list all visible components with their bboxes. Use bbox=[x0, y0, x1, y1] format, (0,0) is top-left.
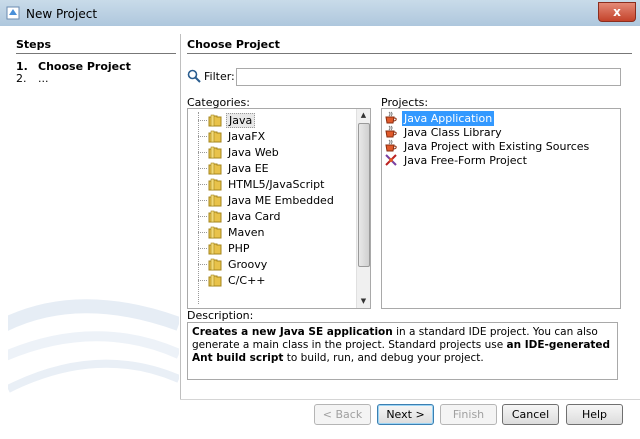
help-button[interactable]: Help bbox=[566, 404, 623, 425]
panel-separator bbox=[180, 34, 181, 399]
cancel-button[interactable]: Cancel bbox=[502, 404, 559, 425]
steps-divider bbox=[16, 53, 176, 54]
project-item[interactable]: Java Project with Existing Sources bbox=[384, 139, 614, 153]
category-label: JavaFX bbox=[228, 130, 266, 143]
category-item[interactable]: Groovy bbox=[198, 257, 348, 272]
title-bar[interactable]: New Project x bbox=[0, 0, 640, 26]
category-label: Groovy bbox=[228, 258, 268, 271]
page-title: Choose Project bbox=[187, 38, 280, 51]
category-label: Java Web bbox=[228, 146, 279, 159]
scrollbar-thumb[interactable] bbox=[358, 123, 370, 267]
project-label: Java Class Library bbox=[404, 126, 502, 139]
folder-icon bbox=[208, 226, 222, 239]
choose-project-panel: Choose Project Filter: Categories: Proje… bbox=[187, 34, 634, 394]
scroll-down-icon[interactable]: ▼ bbox=[357, 295, 370, 308]
next-button[interactable]: Next > bbox=[377, 404, 434, 425]
folder-icon bbox=[208, 114, 222, 127]
scroll-up-icon[interactable]: ▲ bbox=[357, 109, 370, 122]
steps-heading: Steps bbox=[16, 38, 52, 51]
steps-panel: Steps 1. Choose Project 2.... bbox=[8, 34, 179, 399]
folder-icon bbox=[208, 130, 222, 143]
decorative-swoosh-icon bbox=[8, 299, 179, 393]
category-label: Java Card bbox=[228, 210, 281, 223]
dialog-content: Steps 1. Choose Project 2.... Choose Proj… bbox=[0, 26, 640, 439]
project-label: Java Project with Existing Sources bbox=[404, 140, 590, 153]
category-label: Maven bbox=[228, 226, 265, 239]
category-item[interactable]: Java bbox=[198, 113, 348, 128]
category-label: PHP bbox=[228, 242, 250, 255]
step-next: 2.... bbox=[16, 72, 49, 85]
filter-label: Filter: bbox=[204, 70, 235, 83]
step-label: ... bbox=[38, 72, 49, 85]
java-coffee-cup-icon bbox=[385, 125, 397, 138]
category-label: C/C++ bbox=[228, 274, 266, 287]
folder-icon bbox=[208, 274, 222, 287]
projects-list[interactable]: Java Application Java Class Library Java… bbox=[381, 108, 621, 309]
category-item[interactable]: PHP bbox=[198, 241, 348, 256]
categories-tree-content: Java JavaFX Java Web Java EE HTML5/JavaS… bbox=[188, 109, 357, 308]
search-icon bbox=[187, 69, 201, 83]
description-label: Description: bbox=[187, 309, 254, 322]
close-icon: x bbox=[613, 5, 621, 19]
project-item[interactable]: Java Free-Form Project bbox=[384, 153, 614, 167]
freeform-project-icon bbox=[385, 154, 397, 166]
folder-icon bbox=[208, 194, 222, 207]
netbeans-icon bbox=[6, 6, 20, 20]
folder-icon bbox=[208, 258, 222, 271]
project-item[interactable]: Java Class Library bbox=[384, 125, 614, 139]
finish-button[interactable]: Finish bbox=[440, 404, 497, 425]
category-item[interactable]: Java Web bbox=[198, 145, 348, 160]
folder-icon bbox=[208, 146, 222, 159]
close-button[interactable]: x bbox=[598, 2, 636, 22]
category-item[interactable]: C/C++ bbox=[198, 273, 348, 288]
folder-icon bbox=[208, 242, 222, 255]
filter-input[interactable] bbox=[236, 68, 621, 86]
description-text: to build, run, and debug your project. bbox=[283, 352, 484, 364]
category-item[interactable]: HTML5/JavaScript bbox=[198, 177, 348, 192]
button-bar-divider bbox=[180, 399, 640, 400]
new-project-dialog: New Project x Steps 1. Choose Project 2..… bbox=[0, 0, 640, 439]
window-title: New Project bbox=[26, 7, 98, 21]
category-item[interactable]: Java ME Embedded bbox=[198, 193, 348, 208]
category-item[interactable]: Java Card bbox=[198, 209, 348, 224]
project-label: Java Free-Form Project bbox=[404, 154, 527, 167]
folder-icon bbox=[208, 162, 222, 175]
category-label: HTML5/JavaScript bbox=[228, 178, 325, 191]
step-number: 2. bbox=[16, 72, 27, 85]
folder-icon bbox=[208, 178, 222, 191]
step-label: Choose Project bbox=[38, 60, 131, 73]
description-box: Creates a new Java SE application in a s… bbox=[187, 322, 618, 380]
description-bold: Creates a new Java SE application bbox=[192, 326, 393, 338]
folder-icon bbox=[208, 210, 222, 223]
project-label: Java Application bbox=[402, 111, 495, 126]
project-item[interactable]: Java Application bbox=[384, 111, 614, 126]
category-label: Java ME Embedded bbox=[228, 194, 334, 207]
category-item[interactable]: JavaFX bbox=[198, 129, 348, 144]
title-divider bbox=[187, 53, 632, 54]
category-item[interactable]: Maven bbox=[198, 225, 348, 240]
back-button[interactable]: < Back bbox=[314, 404, 371, 425]
category-label: Java bbox=[226, 113, 256, 128]
category-item[interactable]: Java EE bbox=[198, 161, 348, 176]
java-coffee-cup-icon bbox=[385, 111, 397, 124]
categories-scrollbar[interactable]: ▲ ▼ bbox=[356, 109, 370, 308]
category-label: Java EE bbox=[228, 162, 269, 175]
java-coffee-cup-icon bbox=[385, 139, 397, 152]
categories-tree[interactable]: Java JavaFX Java Web Java EE HTML5/JavaS… bbox=[187, 108, 371, 309]
